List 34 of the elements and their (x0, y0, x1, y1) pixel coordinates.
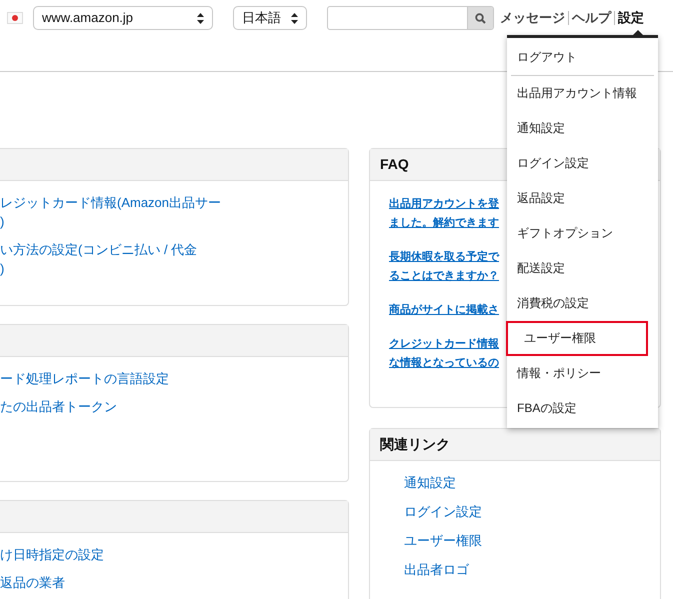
menu-item[interactable]: 情報・ポリシー (507, 356, 658, 391)
settings-link[interactable]: ード処理レポートの言語設定 (0, 369, 348, 388)
menu-item[interactable]: 返品設定 (507, 181, 658, 216)
menu-item[interactable]: ギフトオプション (507, 216, 658, 251)
related-link[interactable]: ユーザー権限 (404, 531, 660, 550)
related-link[interactable]: 出品者ロゴ (404, 560, 660, 579)
card-title: FAQ (380, 155, 409, 174)
settings-link[interactable]: け日時指定の設定 (0, 545, 348, 564)
related-link[interactable]: 通知設定 (404, 473, 660, 492)
select-arrows-icon (291, 12, 298, 24)
language-select[interactable]: 日本語 (233, 6, 307, 30)
marketplace-select[interactable]: www.amazon.jp (33, 6, 213, 30)
menu-item[interactable]: ログイン設定 (507, 146, 658, 181)
nav-link[interactable]: ヘルプ (572, 8, 611, 28)
search-field[interactable] (327, 6, 494, 30)
menu-item[interactable]: 出品用アカウント情報 (507, 76, 658, 111)
flag-icon (7, 12, 23, 24)
select-arrows-icon (197, 12, 204, 24)
menu-item[interactable]: 消費税の設定 (507, 286, 658, 321)
nav-link[interactable]: 設定 (618, 8, 644, 28)
settings-link[interactable]: レジットカード情報(Amazon出品サー ) (0, 193, 348, 231)
settings-link[interactable]: たの出品者トークン (0, 397, 348, 416)
related-link[interactable]: ログイン設定 (404, 502, 660, 521)
search-icon (475, 12, 486, 24)
menu-item[interactable]: FBAの設定 (507, 391, 658, 426)
menu-item[interactable]: 配送設定 (507, 251, 658, 286)
menu-item[interactable]: ユーザー権限 (506, 321, 648, 356)
nav-link[interactable]: メッセージ (500, 8, 565, 28)
search-button[interactable] (467, 7, 493, 29)
settings-link[interactable]: 返品の業者 (0, 573, 348, 592)
menu-item[interactable]: 通知設定 (507, 111, 658, 146)
settings-link[interactable]: い方法の設定(コンビニ払い / 代金 ) (0, 240, 348, 278)
card-title: 関連リンク (380, 435, 450, 454)
menu-item[interactable]: ログアウト (507, 40, 658, 75)
